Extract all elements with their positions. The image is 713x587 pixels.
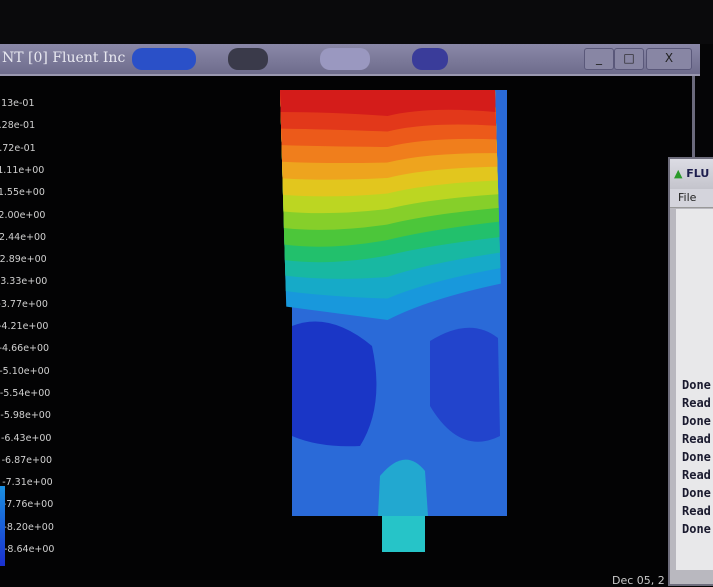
taskbar-reflection (132, 48, 196, 70)
graphics-window[interactable]: 3.13e-012.28e-016.72e-01-1.11e+00-1.55e+… (0, 76, 695, 580)
taskbar-reflection (412, 48, 448, 70)
window-title: NT [0] Fluent Inc (2, 50, 126, 66)
console-title: ▲ FLU (670, 159, 713, 189)
minimize-button[interactable]: _ (584, 48, 614, 70)
taskbar-reflection (228, 48, 268, 70)
screen-bezel (0, 0, 713, 44)
console-line: Done (682, 414, 711, 428)
console-line: Done (682, 486, 711, 500)
date-label: Dec 05, 2 (612, 574, 665, 587)
console-line: Read (682, 396, 711, 410)
console-lines: Done Read Done Read Done Read Done Read … (682, 376, 713, 538)
contour-plot[interactable] (0, 76, 692, 580)
maximize-button[interactable]: □ (614, 48, 644, 70)
contour-low-region (292, 321, 377, 447)
console-line: Read (682, 504, 711, 518)
inlet-region (382, 516, 425, 552)
title-bar[interactable]: NT [0] Fluent Inc _ □ X (0, 44, 700, 76)
console-line: Done (682, 378, 711, 392)
fluent-logo-icon: ▲ (674, 167, 687, 180)
console-line: Read (682, 468, 711, 482)
taskbar-reflection (320, 48, 370, 70)
console-line: Read (682, 432, 711, 446)
console-line: Done (682, 522, 711, 536)
close-button[interactable]: X (646, 48, 692, 70)
console-line: Done (682, 450, 711, 464)
menu-file[interactable]: File (670, 189, 713, 208)
